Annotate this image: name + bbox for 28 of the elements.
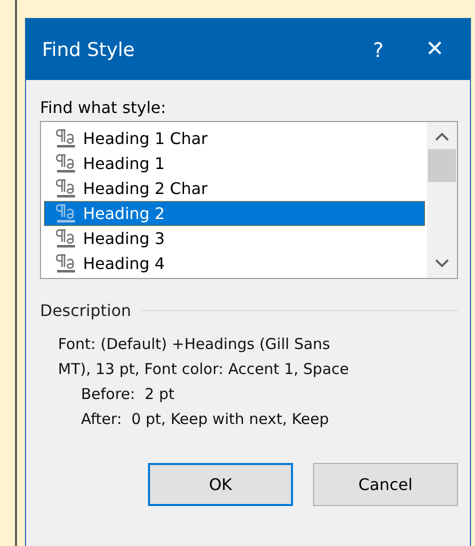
style-list[interactable]: Heading 1 Char Heading 1 Heading 2 Char Heading 2 Heading 3 Heading 4 (40, 121, 458, 279)
scrollbar-thumb[interactable] (428, 149, 456, 182)
paragraph-style-icon (56, 129, 76, 148)
style-list-item[interactable]: Heading 1 Char (44, 126, 425, 151)
scroll-up-icon[interactable] (435, 132, 449, 141)
help-button[interactable]: ? (372, 38, 384, 62)
section-title: Description (40, 301, 132, 320)
window-title: Find Style (42, 38, 136, 60)
cancel-button[interactable]: Cancel (313, 463, 458, 506)
paragraph-style-icon (56, 154, 76, 173)
style-list-item[interactable]: Heading 2 Char (44, 176, 425, 201)
scrollbar[interactable] (427, 122, 457, 278)
paragraph-style-icon (56, 179, 76, 198)
ok-button[interactable]: OK (148, 463, 293, 506)
style-list-item[interactable]: Heading 3 (44, 226, 425, 251)
style-list-item[interactable]: Heading 4 (44, 251, 425, 276)
description-line: Before: 2 pt (80, 384, 176, 405)
description-line: MT), 13 pt, Font color: Accent 1, Space (58, 359, 350, 380)
description-line: Font: (Default) +Headings (Gill Sans (58, 334, 332, 355)
paragraph-style-icon (56, 204, 76, 223)
field-label: Find what style: (40, 98, 168, 117)
description-line: After: 0 pt, Keep with next, Keep (80, 409, 330, 430)
paragraph-style-icon (56, 254, 76, 273)
style-list-item[interactable]: Heading 2 (44, 201, 425, 226)
close-button[interactable]: ✕ (426, 37, 444, 62)
paragraph-style-icon (56, 229, 76, 248)
scroll-down-icon[interactable] (435, 259, 449, 268)
style-list-item[interactable]: Heading 1 (44, 151, 425, 176)
